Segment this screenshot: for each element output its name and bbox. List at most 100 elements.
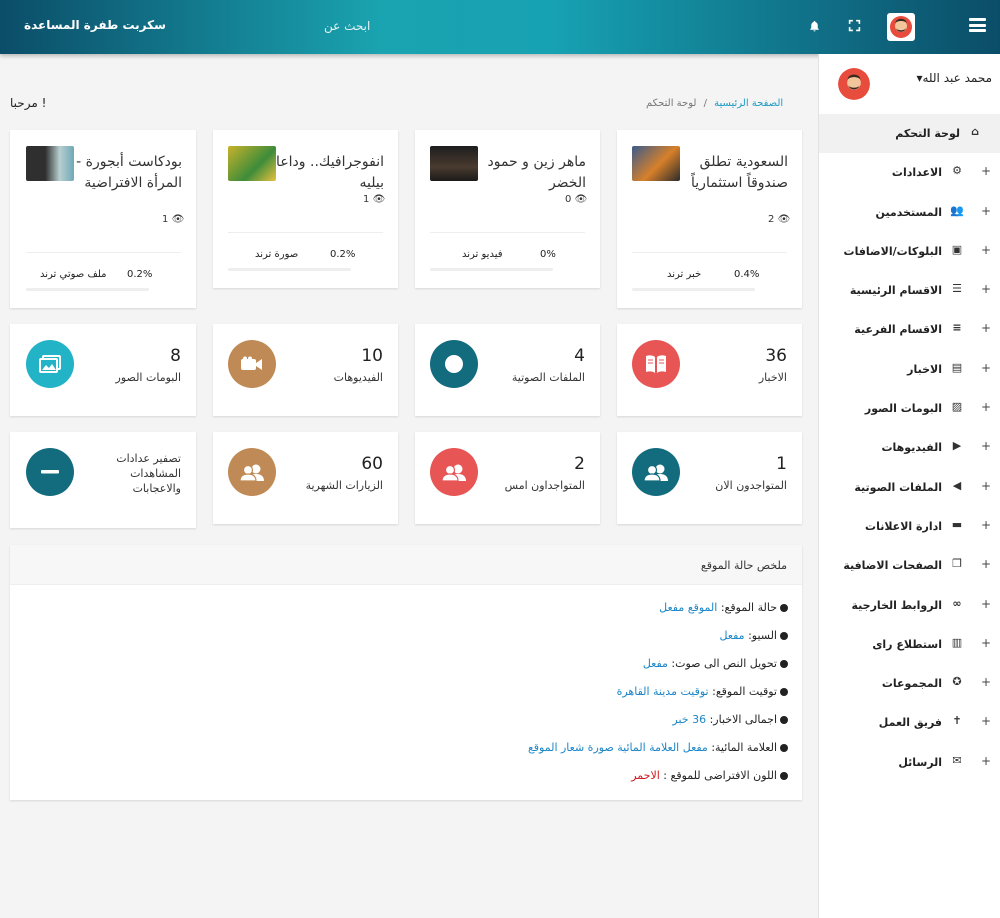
sidebar-item-video[interactable]: ▶ الفيديوهات + bbox=[819, 428, 1000, 467]
brand-title[interactable]: سكربت طفرة المساعدة bbox=[24, 18, 166, 32]
sidebar-item-home[interactable]: ⌂ لوحة التحكم bbox=[819, 114, 1000, 154]
trend-progress-bar bbox=[228, 268, 351, 271]
podcast-thumbnail bbox=[26, 146, 74, 181]
summary-row: العلامة المائية: مفعل العلامة المائية صو… bbox=[528, 741, 788, 754]
sidebar-item-audio[interactable]: ◀ الملفات الصوتية + bbox=[819, 468, 1000, 507]
summary-value: الاحمر bbox=[631, 769, 660, 782]
sidebar-item-label: الاعدادات bbox=[891, 166, 942, 180]
menu-toggle-icon[interactable] bbox=[969, 18, 986, 32]
stat-card-monthly-visits[interactable]: 60 الزيارات الشهرية bbox=[213, 432, 398, 524]
views-count: 0 👁 bbox=[565, 194, 587, 205]
sidebar-item-gear[interactable]: ⚙ الاعدادات + bbox=[819, 153, 1000, 192]
trending-card-image[interactable]: انفوجرافيك.. وداعا بيليه 1 👁 0.2% صورة ت… bbox=[213, 130, 398, 288]
expand-plus-icon[interactable]: + bbox=[981, 321, 991, 335]
stat-card-online-now[interactable]: 1 المتواجدون الان bbox=[617, 432, 802, 524]
users-icon bbox=[228, 448, 276, 496]
expand-plus-icon[interactable]: + bbox=[981, 400, 991, 414]
stat-label: المتواجدون الان bbox=[715, 479, 787, 492]
fullscreen-icon[interactable] bbox=[848, 19, 861, 36]
sidebar-item-news[interactable]: ▤ الاخبار + bbox=[819, 350, 1000, 389]
views-count: 2 👁 bbox=[768, 214, 790, 225]
sidebar-item-widget[interactable]: ▣ البلوكات/الاضافات + bbox=[819, 232, 1000, 271]
trending-title[interactable]: ماهر زين و حمود الخضر bbox=[478, 152, 586, 194]
video-icon: ▶ bbox=[952, 439, 962, 453]
expand-plus-icon[interactable]: + bbox=[981, 597, 991, 611]
expand-plus-icon[interactable]: + bbox=[981, 675, 991, 689]
record-icon bbox=[430, 340, 478, 388]
expand-plus-icon[interactable]: + bbox=[981, 518, 991, 532]
stat-card-audio[interactable]: 4 الملفات الصوتية bbox=[415, 324, 600, 416]
stat-label: الملفات الصوتية bbox=[511, 371, 585, 384]
stat-card-news[interactable]: 36 الاخبار bbox=[617, 324, 802, 416]
sidebar-item-label: الصفحات الاضافية bbox=[843, 559, 942, 573]
summary-row: اجمالى الاخبار: 36 خبر bbox=[672, 713, 788, 726]
trending-title[interactable]: بودكاست أبجورة - المرأة الافتراضية bbox=[74, 152, 182, 194]
expand-plus-icon[interactable]: + bbox=[981, 557, 991, 571]
sidebar-item-label: البلوكات/الاضافات bbox=[843, 244, 942, 258]
summary-value: مفعل bbox=[719, 629, 745, 642]
summary-header: ملخص حالة الموقع bbox=[10, 545, 802, 585]
trend-label: فيديو ترند bbox=[462, 249, 503, 260]
widget-icon: ▣ bbox=[951, 242, 963, 256]
expand-plus-icon[interactable]: + bbox=[981, 439, 991, 453]
trend-label: ملف صوتي ترند bbox=[40, 269, 107, 280]
images-icon bbox=[26, 340, 74, 388]
sidebar-item-groups[interactable]: ✪ المجموعات + bbox=[819, 664, 1000, 703]
sidebar-item-list[interactable]: ☰ الاقسام الرئيسية + bbox=[819, 271, 1000, 310]
summary-label: تحويل النص الى صوت: bbox=[671, 657, 777, 670]
expand-plus-icon[interactable]: + bbox=[981, 714, 991, 728]
user-menu[interactable]: محمد عبد الله▾ bbox=[916, 71, 992, 85]
stat-card-online-yesterday[interactable]: 2 المتواجداون امس bbox=[415, 432, 600, 524]
link-icon: ∞ bbox=[952, 596, 962, 610]
expand-plus-icon[interactable]: + bbox=[981, 243, 991, 257]
expand-plus-icon[interactable]: + bbox=[981, 636, 991, 650]
expand-plus-icon[interactable]: + bbox=[981, 361, 991, 375]
sidebar-item-label: الاقسام الرئيسية bbox=[849, 284, 942, 298]
welcome-text: مرحبا ! bbox=[10, 96, 47, 110]
minus-icon[interactable] bbox=[26, 448, 74, 496]
sidebar-item-ads[interactable]: ▬ ادارة الاعلانات + bbox=[819, 507, 1000, 546]
summary-label: حالة الموقع: bbox=[720, 601, 777, 614]
summary-row: توقيت الموقع: توقيت مدينة القاهرة bbox=[617, 685, 788, 698]
book-icon bbox=[632, 340, 680, 388]
reset-counters-card[interactable]: تصفير عدادات المشاهدات والاعجابات bbox=[10, 432, 196, 528]
search-input[interactable]: ابحث عن bbox=[324, 19, 370, 33]
stat-card-albums[interactable]: 8 البومات الصور bbox=[10, 324, 196, 416]
stat-card-videos[interactable]: 10 الفيديوهات bbox=[213, 324, 398, 416]
trend-progress-bar bbox=[430, 268, 553, 271]
avatar[interactable] bbox=[887, 13, 915, 41]
sidebar-item-users[interactable]: 👥 المستخدمين + bbox=[819, 193, 1000, 232]
expand-plus-icon[interactable]: + bbox=[981, 479, 991, 493]
expand-plus-icon[interactable]: + bbox=[981, 204, 991, 218]
bullet-icon bbox=[780, 772, 788, 780]
bullet-icon bbox=[780, 744, 788, 752]
sidebar-item-label: لوحة التحكم bbox=[895, 127, 960, 140]
sidebar-item-link[interactable]: ∞ الروابط الخارجية + bbox=[819, 586, 1000, 625]
trending-title[interactable]: السعودية تطلق صندوقاً استثمارياً bbox=[680, 152, 788, 194]
trending-card-news[interactable]: السعودية تطلق صندوقاً استثمارياً 2 👁 0.4… bbox=[617, 130, 802, 308]
sidebar-item-poll[interactable]: ▥ استطلاع راى + bbox=[819, 625, 1000, 664]
summary-row: اللون الافتراضى للموقع : الاحمر bbox=[631, 769, 788, 782]
sidebar-item-team[interactable]: ✝ فريق العمل + bbox=[819, 703, 1000, 742]
expand-plus-icon[interactable]: + bbox=[981, 164, 991, 178]
trending-card-video[interactable]: ماهر زين و حمود الخضر 0 👁 0% فيديو ترند bbox=[415, 130, 600, 288]
trending-title[interactable]: انفوجرافيك.. وداعا بيليه bbox=[276, 152, 384, 194]
summary-row: تحويل النص الى صوت: مفعل bbox=[643, 657, 788, 670]
bell-icon[interactable] bbox=[808, 19, 821, 37]
sidebar-item-label: البومات الصور bbox=[864, 402, 942, 416]
breadcrumb-home[interactable]: الصفحة الرئيسية bbox=[714, 98, 783, 109]
sidebar-item-label: ادارة الاعلانات bbox=[865, 519, 942, 533]
video-camera-icon bbox=[228, 340, 276, 388]
sidebar-item-label: الرسائل bbox=[898, 755, 942, 769]
stat-value: 2 bbox=[574, 454, 585, 474]
bullet-icon bbox=[780, 688, 788, 696]
sidebar-item-mail[interactable]: ✉ الرسائل + bbox=[819, 743, 1000, 782]
expand-plus-icon[interactable]: + bbox=[981, 754, 991, 768]
sidebar-item-photo-album[interactable]: ▨ البومات الصور + bbox=[819, 389, 1000, 428]
sidebar-item-label: الاخبار bbox=[907, 362, 942, 376]
trending-card-audio[interactable]: بودكاست أبجورة - المرأة الافتراضية 1 👁 0… bbox=[10, 130, 196, 308]
summary-value: مفعل العلامة المائية صورة شعار الموقع bbox=[527, 741, 708, 754]
sidebar-item-pages[interactable]: ❐ الصفحات الاضافية + bbox=[819, 546, 1000, 585]
expand-plus-icon[interactable]: + bbox=[981, 282, 991, 296]
sidebar-item-sublist[interactable]: ≡ الاقسام الفرعية + bbox=[819, 310, 1000, 349]
